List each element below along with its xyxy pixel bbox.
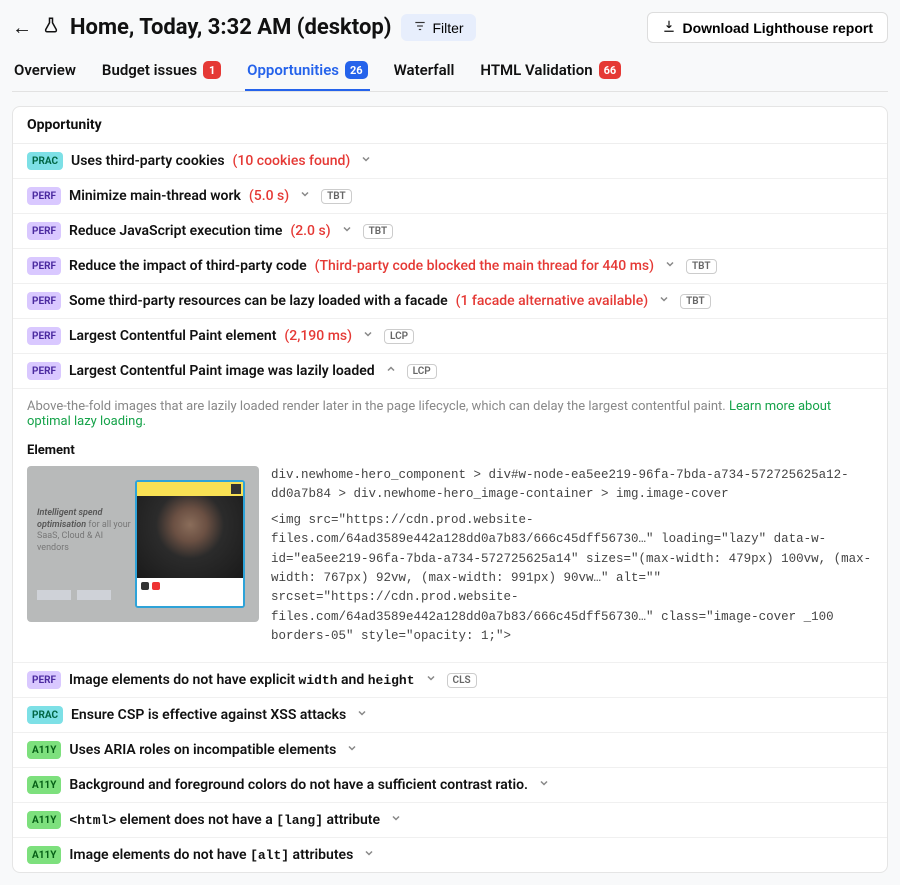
opportunity-row[interactable]: PERF Reduce JavaScript execution time (2.0… xyxy=(13,214,887,249)
chevron-down-icon[interactable] xyxy=(656,293,672,309)
metric-badge: TBT xyxy=(680,294,711,309)
opportunity-row[interactable]: A11Y Image elements do not have [alt] att… xyxy=(13,838,887,872)
learn-more-link[interactable]: Learn more about optimal lazy loading. xyxy=(27,399,831,429)
opportunity-detail: (5.0 s) xyxy=(249,188,289,204)
tab-opportunities[interactable]: Opportunities 26 xyxy=(245,53,370,91)
opportunity-row[interactable]: PRAC Uses third-party cookies (10 cookies … xyxy=(13,144,887,179)
filter-icon xyxy=(413,19,427,36)
category-tag: PERF xyxy=(27,187,61,205)
opportunity-title: Image elements do not have [alt] attribu… xyxy=(69,847,353,863)
opportunity-detail: (1 facade alternative available) xyxy=(456,293,648,309)
category-tag: PERF xyxy=(27,257,61,275)
opportunity-row[interactable]: A11Y Uses ARIA roles on incompatible elem… xyxy=(13,733,887,768)
tab-badge: 66 xyxy=(599,61,622,79)
download-report-button[interactable]: Download Lighthouse report xyxy=(647,12,888,43)
opportunity-title: Ensure CSP is effective against XSS atta… xyxy=(71,707,346,723)
tab-badge: 26 xyxy=(345,61,368,79)
opportunity-title: Some third-party resources can be lazy l… xyxy=(69,293,448,309)
tab-waterfall[interactable]: Waterfall xyxy=(392,53,457,91)
chevron-down-icon[interactable] xyxy=(358,153,374,169)
category-tag: A11Y xyxy=(27,741,61,759)
tab-label: HTML Validation xyxy=(480,61,592,79)
metric-badge: LCP xyxy=(407,364,437,379)
tab-label: Opportunities xyxy=(247,61,339,79)
chevron-down-icon[interactable] xyxy=(344,742,360,758)
opportunity-title: Image elements do not have explicit widt… xyxy=(69,672,415,688)
opportunity-row[interactable]: PERF Image elements do not have explicit … xyxy=(13,663,887,698)
opportunity-row[interactable]: PRAC Ensure CSP is effective against XSS … xyxy=(13,698,887,733)
tab-label: Overview xyxy=(14,61,76,79)
category-tag: PRAC xyxy=(27,706,63,724)
category-tag: A11Y xyxy=(27,846,61,864)
panel-heading: Opportunity xyxy=(13,107,887,144)
tab-budget-issues[interactable]: Budget issues 1 xyxy=(100,53,223,91)
opportunity-row[interactable]: A11Y Background and foreground colors do … xyxy=(13,768,887,803)
opportunity-row[interactable]: PERF Largest Contentful Paint image was l… xyxy=(13,354,887,389)
category-tag: PERF xyxy=(27,327,61,345)
opportunity-title: Minimize main-thread work xyxy=(69,188,241,204)
opportunity-expanded: Above-the-fold images that are lazily lo… xyxy=(13,389,887,663)
opportunity-detail: (10 cookies found) xyxy=(233,153,351,169)
opportunity-title: Background and foreground colors do not … xyxy=(69,777,528,793)
opportunity-row[interactable]: PERF Largest Contentful Paint element (2,1… xyxy=(13,319,887,354)
opportunity-row[interactable]: A11Y <html> element does not have a [lang… xyxy=(13,803,887,838)
opportunity-description: Above-the-fold images that are lazily lo… xyxy=(27,399,873,429)
opportunity-detail: (2,190 ms) xyxy=(284,328,352,344)
tab-overview[interactable]: Overview xyxy=(12,53,78,91)
opportunity-title: Largest Contentful Paint element xyxy=(69,328,276,344)
metric-badge: TBT xyxy=(686,259,717,274)
opportunities-panel: Opportunity PRAC Uses third-party cookies… xyxy=(12,106,888,873)
chevron-down-icon[interactable] xyxy=(297,188,313,204)
download-icon xyxy=(662,19,676,36)
opportunity-detail: (Third-party code blocked the main threa… xyxy=(315,258,654,274)
chevron-down-icon[interactable] xyxy=(361,847,377,863)
chevron-down-icon[interactable] xyxy=(423,672,439,688)
tabs-bar: Overview Budget issues 1 Opportunities 26 Wat… xyxy=(12,53,888,92)
category-tag: A11Y xyxy=(27,776,61,794)
tab-label: Budget issues xyxy=(102,61,197,79)
element-thumbnail: Intelligent spendoptimisation for all yo… xyxy=(27,466,259,622)
opportunity-title: Uses ARIA roles on incompatible elements xyxy=(69,742,336,758)
category-tag: PRAC xyxy=(27,152,63,170)
metric-badge: TBT xyxy=(363,224,394,239)
download-label: Download Lighthouse report xyxy=(682,20,873,36)
tab-label: Waterfall xyxy=(394,61,455,79)
chevron-down-icon[interactable] xyxy=(536,777,552,793)
tab-html-validation[interactable]: HTML Validation 66 xyxy=(478,53,623,91)
tab-badge: 1 xyxy=(203,61,221,79)
chevron-down-icon[interactable] xyxy=(339,223,355,239)
opportunity-detail: (2.0 s) xyxy=(290,223,330,239)
category-tag: PERF xyxy=(27,222,61,240)
element-label: Element xyxy=(27,443,873,458)
chevron-down-icon[interactable] xyxy=(388,812,404,828)
opportunity-row[interactable]: PERF Minimize main-thread work (5.0 s) TBT xyxy=(13,179,887,214)
element-code: div.newhome-hero_component > div#w-node-… xyxy=(271,466,873,646)
filter-label: Filter xyxy=(432,20,463,36)
back-arrow-icon[interactable]: ← xyxy=(12,15,32,40)
opportunity-title: Uses third-party cookies xyxy=(71,153,225,169)
category-tag: A11Y xyxy=(27,811,61,829)
chevron-down-icon[interactable] xyxy=(662,258,678,274)
element-detail: Intelligent spendoptimisation for all yo… xyxy=(27,466,873,646)
page-title: Home, Today, 3:32 AM (desktop) xyxy=(70,15,391,40)
chevron-down-icon[interactable] xyxy=(360,328,376,344)
page-header: ← Home, Today, 3:32 AM (desktop) Filter … xyxy=(12,12,888,43)
metric-badge: CLS xyxy=(447,673,477,688)
chevron-down-icon[interactable] xyxy=(354,707,370,723)
category-tag: PERF xyxy=(27,292,61,310)
filter-button[interactable]: Filter xyxy=(401,14,475,41)
opportunity-title: Reduce the impact of third-party code xyxy=(69,258,307,274)
chevron-up-icon[interactable] xyxy=(383,363,399,379)
opportunity-title: <html> element does not have a [lang] at… xyxy=(69,812,380,828)
metric-badge: TBT xyxy=(321,189,352,204)
opportunity-row[interactable]: PERF Some third-party resources can be la… xyxy=(13,284,887,319)
opportunity-title: Largest Contentful Paint image was lazil… xyxy=(69,363,375,379)
opportunity-title: Reduce JavaScript execution time xyxy=(69,223,282,239)
opportunity-row[interactable]: PERF Reduce the impact of third-party cod… xyxy=(13,249,887,284)
category-tag: PERF xyxy=(27,362,61,380)
metric-badge: LCP xyxy=(384,329,414,344)
flask-icon xyxy=(42,16,60,39)
category-tag: PERF xyxy=(27,671,61,689)
